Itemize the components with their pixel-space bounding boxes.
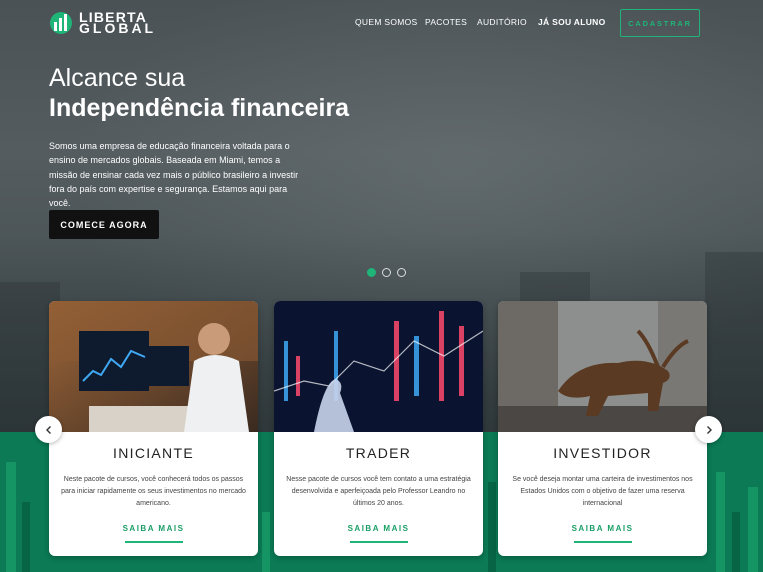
register-button[interactable]: CADASTRAR: [620, 9, 700, 37]
card-description: Neste pacote de cursos, você conhecerá t…: [61, 476, 246, 507]
slider-dot-1[interactable]: [367, 268, 376, 277]
learn-more-underline: [349, 541, 408, 543]
slider-dot-3[interactable]: [397, 268, 406, 277]
card-title: TRADER: [345, 445, 412, 461]
hero-title-line-1: Alcance sua: [49, 64, 186, 92]
nav-quem-somos[interactable]: QUEM SOMOS: [355, 17, 418, 27]
learn-more-link[interactable]: SAIBA MAIS: [348, 524, 410, 533]
card-description: Nesse pacote de cursos você tem contato …: [286, 476, 471, 507]
package-card-iniciante: INICIANTE Neste pacote de cursos, você c…: [49, 301, 258, 556]
carousel-next-button[interactable]: [695, 416, 722, 443]
logo-globe-icon: [50, 12, 72, 34]
chevron-left-icon: [45, 425, 51, 434]
learn-more-underline: [573, 541, 632, 543]
card-image-trading-desk: [49, 301, 258, 432]
nav-ja-sou-aluno[interactable]: JÁ SOU ALUNO: [538, 17, 606, 27]
slider-dots: [367, 268, 406, 277]
learn-more-link[interactable]: SAIBA MAIS: [123, 524, 185, 533]
slider-dot-2[interactable]: [382, 268, 391, 277]
learn-more-underline: [124, 541, 183, 543]
package-card-trader: TRADER Nesse pacote de cursos você tem c…: [274, 301, 483, 556]
hero-description: Somos uma empresa de educação financeira…: [49, 141, 299, 209]
card-title: INVESTIDOR: [553, 445, 652, 461]
brand-logo[interactable]: LIBERTA GLOBAL: [49, 10, 157, 36]
start-now-button[interactable]: COMECE AGORA: [49, 210, 159, 239]
package-card-investidor: INVESTIDOR Se você deseja montar uma car…: [498, 301, 707, 556]
learn-more-link[interactable]: SAIBA MAIS: [572, 524, 634, 533]
card-title: INICIANTE: [113, 445, 194, 461]
nav-pacotes[interactable]: PACOTES: [425, 17, 467, 27]
card-image-wall-street-bull: [498, 301, 707, 432]
logo-line-2: GLOBAL: [79, 20, 157, 36]
hero-title-line-2: Independência financeira: [49, 94, 350, 122]
card-description: Se você deseja montar uma carteira de in…: [512, 476, 693, 507]
nav-auditorio[interactable]: AUDITÓRIO: [477, 17, 527, 27]
chevron-right-icon: [706, 425, 712, 434]
carousel-prev-button[interactable]: [35, 416, 62, 443]
card-image-stock-chart: [274, 301, 483, 432]
